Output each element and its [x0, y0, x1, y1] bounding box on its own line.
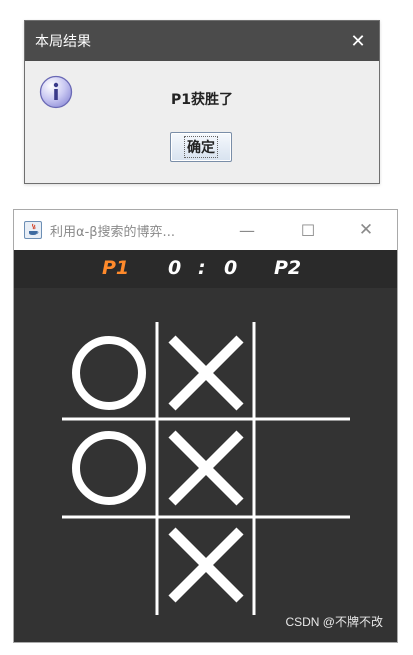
ok-button[interactable]: 确定	[170, 132, 232, 162]
dialog-close-button[interactable]: ✕	[347, 30, 369, 52]
dialog-title: 本局结果	[35, 34, 91, 50]
game-window-title-bar: 利用α-β搜索的博弈... — ☐ ✕	[14, 210, 397, 250]
result-dialog: 本局结果 ✕ P1获胜了 确定	[24, 20, 380, 184]
ok-button-label: 确定	[184, 136, 218, 158]
game-board[interactable]	[14, 288, 397, 642]
board-cell[interactable]	[63, 422, 155, 514]
board-cell[interactable]	[63, 519, 155, 611]
dialog-title-bar: 本局结果 ✕	[25, 21, 379, 61]
player1-score: 0	[168, 257, 182, 279]
game-window-title: 利用α-β搜索的博弈...	[50, 224, 175, 240]
player2-score: 0	[224, 257, 238, 279]
board-cell[interactable]	[160, 422, 252, 514]
java-icon	[24, 221, 42, 239]
dialog-message: P1获胜了	[170, 92, 233, 108]
game-window: 利用α-β搜索的博弈... — ☐ ✕ P1 0 : 0 P2 CSDN @不牌…	[13, 209, 398, 643]
player1-label: P1	[102, 257, 130, 279]
player2-label: P2	[274, 257, 302, 279]
board-cell[interactable]	[160, 519, 252, 611]
maximize-button[interactable]: ☐	[288, 210, 328, 250]
score-bar: P1 0 : 0 P2	[14, 250, 397, 288]
board-cell[interactable]	[256, 519, 348, 611]
board-cell[interactable]	[160, 327, 252, 419]
board-cell[interactable]	[256, 327, 348, 419]
score-separator: :	[198, 257, 206, 279]
window-close-button[interactable]: ✕	[346, 210, 386, 250]
board-area: CSDN @不牌不改	[14, 288, 397, 642]
board-cell[interactable]	[63, 327, 155, 419]
watermark-text: CSDN @不牌不改	[285, 615, 383, 629]
minimize-button[interactable]: —	[227, 210, 267, 250]
board-cell[interactable]	[256, 422, 348, 514]
